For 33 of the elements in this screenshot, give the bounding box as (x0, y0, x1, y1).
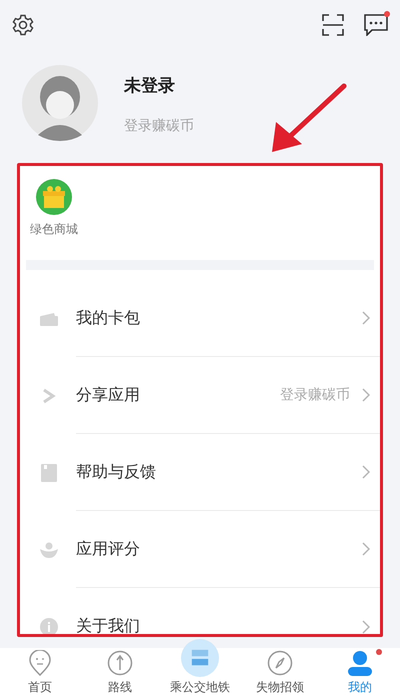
menu-item-label[interactable]: 应用评分 (76, 538, 362, 560)
menu-item-label[interactable]: 我的卡包 (76, 308, 362, 328)
tab[interactable]: 路线 (80, 648, 160, 698)
tab[interactable]: 首页 (0, 648, 80, 698)
menu-item-value: 登录赚碳币 (280, 386, 350, 404)
settings-icon[interactable] (12, 14, 34, 36)
avatar-icon (22, 64, 98, 140)
navigation-icon (107, 650, 133, 676)
message-icon[interactable] (364, 14, 388, 36)
qr-code-icon (181, 639, 219, 677)
share-icon (41, 388, 57, 404)
pin-face-icon (28, 650, 52, 676)
wallet-icon (40, 312, 58, 326)
tab[interactable]: 我的 (320, 648, 400, 698)
hand-icon (40, 542, 58, 558)
scan-icon[interactable] (322, 14, 344, 36)
chevron-right-icon (362, 542, 370, 556)
menu-item-label[interactable]: 关于我们 (76, 616, 362, 634)
chevron-right-icon (362, 388, 370, 402)
user-icon (346, 650, 374, 676)
tab[interactable]: 乘公交地铁 (160, 640, 240, 698)
chevron-right-icon (362, 311, 370, 325)
user-name[interactable]: 未登录 (124, 74, 194, 97)
book-icon (41, 464, 57, 482)
menu-item-label[interactable]: 分享应用 (76, 384, 280, 406)
info-icon (40, 618, 58, 634)
compass-icon (267, 650, 293, 676)
gift-icon (36, 179, 72, 215)
menu-item-label[interactable]: 帮助与反馈 (76, 462, 362, 482)
shortcut-item[interactable]: 绿色商城 (30, 179, 78, 260)
chevron-right-icon (362, 465, 370, 479)
chevron-right-icon (362, 620, 370, 634)
tab[interactable]: 失物招领 (240, 648, 320, 698)
